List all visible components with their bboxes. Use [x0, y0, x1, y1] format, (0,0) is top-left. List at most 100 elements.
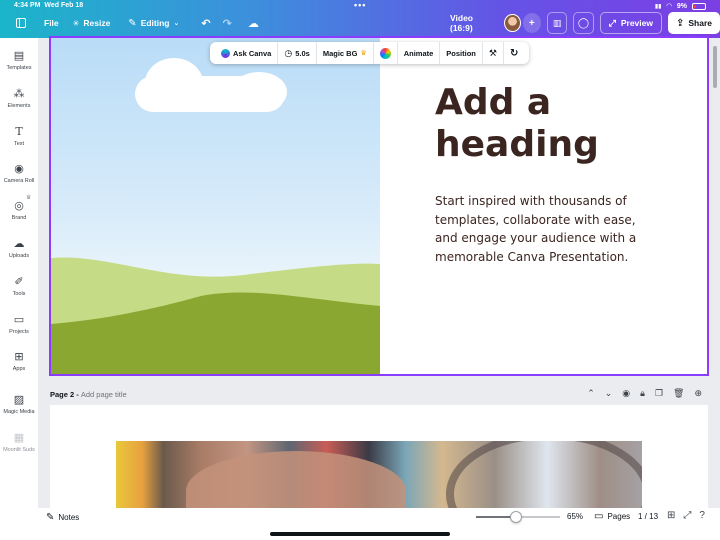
sidebar-item-camera-roll[interactable]: ◉ Camera Roll — [0, 163, 38, 184]
sidebar-item-magic-media[interactable]: ▨ Magic Media — [0, 394, 38, 415]
insights-button[interactable]: ▥ — [546, 12, 568, 34]
trash-icon[interactable]: 🗑︎ — [673, 388, 684, 399]
bottom-right-icons: ⊞ ⤢ ? — [667, 510, 705, 521]
redo-icon: ↷ — [222, 17, 232, 30]
chevron-down-icon[interactable]: ⌄ — [605, 388, 613, 399]
editing-mode-button[interactable]: ✎ Editing ⌄ — [122, 12, 185, 34]
crown-icon: ♛ — [26, 195, 32, 201]
apps-icon: ⊞ — [14, 351, 24, 363]
crown-icon: ♛ — [360, 50, 367, 57]
tools-icon: ✐ — [14, 276, 24, 288]
sidebar-item-moonlit-suds[interactable]: ▦ Moonlit Suds — [0, 432, 38, 453]
cloud-check-icon: ☁ — [247, 17, 259, 30]
share-icon: ⇪ — [675, 17, 685, 29]
refresh-more-icon: ↻ — [509, 47, 519, 59]
bar-chart-icon: ▥ — [552, 17, 562, 28]
photo-image[interactable] — [116, 441, 642, 508]
zoom-level[interactable]: 65% — [567, 512, 583, 521]
left-sidebar: ▤ Templates ⁂ Elements T Text ◉ Camera R… — [0, 38, 38, 508]
brand-icon: ◎ — [14, 200, 24, 212]
sidebar-item-tools[interactable]: ✐ Tools — [0, 276, 38, 297]
sidebar-toggle-icon — [16, 18, 26, 28]
duplicate-icon[interactable]: ❐ — [655, 388, 663, 399]
sidebar-item-templates[interactable]: ▤ Templates — [0, 50, 38, 71]
avatar[interactable] — [504, 14, 521, 32]
context-toolbar: Ask Canva ◷ 5.0s Magic BG ♛ Animate Posi… — [210, 42, 530, 64]
home-indicator[interactable] — [270, 532, 450, 536]
sidebar-item-projects[interactable]: ▭ Projects — [0, 314, 38, 335]
redo-button[interactable]: ↷ — [217, 12, 238, 34]
wifi-icon: ◠ — [666, 3, 672, 10]
text-icon: T — [15, 125, 23, 138]
ios-status-bar: 4:34 PM Wed Feb 18 ••• ▮▮ ◠ 9% — [0, 0, 720, 11]
vertical-scrollbar[interactable] — [713, 46, 717, 88]
ask-canva-button[interactable]: Ask Canva — [215, 42, 279, 64]
toolbar-left: File ✳ Resize ✎ Editing ⌄ ↶ ↷ ☁ — [10, 12, 265, 34]
status-right: ▮▮ ◠ 9% — [655, 2, 706, 10]
elements-icon: ⁂ — [13, 88, 25, 100]
camera-icon: ◉ — [14, 163, 24, 175]
page-2-header: Page 2 - Add page title ⌃ ⌄ ◉ 🔒︎ ❐ 🗑︎ ⊕ — [50, 387, 710, 403]
grid-view-icon[interactable]: ⊞ — [667, 510, 675, 521]
slide-heading[interactable]: Add a heading — [435, 82, 685, 166]
notes-icon: ✎ — [46, 512, 55, 523]
slide-body-text[interactable]: Start inspired with thousands of templat… — [435, 192, 653, 266]
signal-icon: ▮▮ — [654, 3, 662, 10]
resize-button[interactable]: ✳ Resize — [67, 12, 117, 34]
clock-icon: ◷ — [284, 47, 293, 58]
plus-icon: + — [528, 17, 535, 29]
undo-icon: ↶ — [201, 17, 211, 30]
moonlit-suds-icon: ▦ — [13, 432, 25, 444]
paint-roller-icon: ⚒ — [488, 47, 497, 58]
zoom-slider-handle[interactable] — [510, 511, 522, 523]
cloud-save-button[interactable]: ☁ — [242, 12, 265, 34]
page-2-tools: ⌃ ⌄ ◉ 🔒︎ ❐ 🗑︎ ⊕ — [587, 388, 702, 399]
page-2-title[interactable]: Page 2 - Add page title — [50, 390, 127, 399]
hills-illustration — [51, 257, 380, 374]
preview-button[interactable]: ⤢ Preview — [599, 12, 662, 34]
lock-icon[interactable]: 🔒︎ — [640, 388, 645, 399]
sparkle-icon: ✳ — [72, 18, 80, 28]
background-color-button[interactable] — [374, 42, 398, 64]
expand-icon: ⤢ — [608, 17, 616, 28]
magic-bg-button[interactable]: Magic BG ♛ — [317, 42, 374, 64]
add-page-icon[interactable]: ⊕ — [694, 388, 702, 399]
templates-icon: ▤ — [13, 50, 25, 62]
chevron-down-icon: ⌄ — [173, 20, 180, 27]
sidebar-item-uploads[interactable]: ☁ Uploads — [0, 238, 38, 259]
design-format-label[interactable]: Video (16:9) — [450, 13, 494, 33]
sidebar-toggle-button[interactable] — [10, 12, 32, 34]
help-icon[interactable]: ? — [699, 510, 705, 521]
animate-button[interactable]: Animate — [398, 42, 441, 64]
copy-style-button[interactable]: ⚒ — [483, 42, 504, 64]
toolbar-right: Video (16:9) + ▥ ◯ ⤢ Preview ⇪ Share — [450, 12, 720, 34]
sidebar-item-elements[interactable]: ⁂ Elements — [0, 88, 38, 109]
sidebar-item-text[interactable]: T Text — [0, 125, 38, 148]
multitask-dots-icon[interactable]: ••• — [354, 0, 366, 10]
eye-icon[interactable]: ◉ — [622, 388, 630, 399]
uploads-icon: ☁ — [13, 238, 25, 250]
position-button[interactable]: Position — [440, 42, 483, 64]
more-options-button[interactable]: ↻ — [504, 42, 524, 64]
comments-button[interactable]: ◯ — [573, 12, 594, 34]
pencil-icon: ✎ — [128, 17, 137, 29]
slide-page-2[interactable] — [50, 405, 708, 508]
sidebar-item-brand[interactable]: ◎ Brand ♛ — [0, 195, 38, 221]
comment-icon: ◯ — [577, 17, 590, 29]
file-menu-button[interactable]: File — [38, 12, 65, 34]
pages-button[interactable]: ▭ Pages — [594, 511, 630, 522]
add-collaborator-button[interactable]: + — [522, 13, 541, 33]
share-button[interactable]: ⇪ Share — [667, 12, 720, 34]
chevron-up-icon[interactable]: ⌃ — [587, 388, 595, 399]
pages-icon: ▭ — [594, 511, 604, 522]
fullscreen-icon[interactable]: ⤢ — [683, 510, 691, 521]
status-time-date: 4:34 PM Wed Feb 18 — [14, 2, 84, 9]
notes-button[interactable]: ✎ Notes — [46, 512, 79, 523]
page-count: 1 / 13 — [638, 512, 659, 521]
sidebar-item-apps[interactable]: ⊞ Apps — [0, 351, 38, 372]
top-toolbar: 4:34 PM Wed Feb 18 ••• ▮▮ ◠ 9% File ✳ Re… — [0, 0, 720, 38]
duration-button[interactable]: ◷ 5.0s — [278, 42, 317, 64]
slide-page-1[interactable]: Add a heading Start inspired with thousa… — [49, 36, 709, 376]
undo-button[interactable]: ↶ — [195, 12, 216, 34]
magic-media-icon: ▨ — [13, 394, 25, 406]
